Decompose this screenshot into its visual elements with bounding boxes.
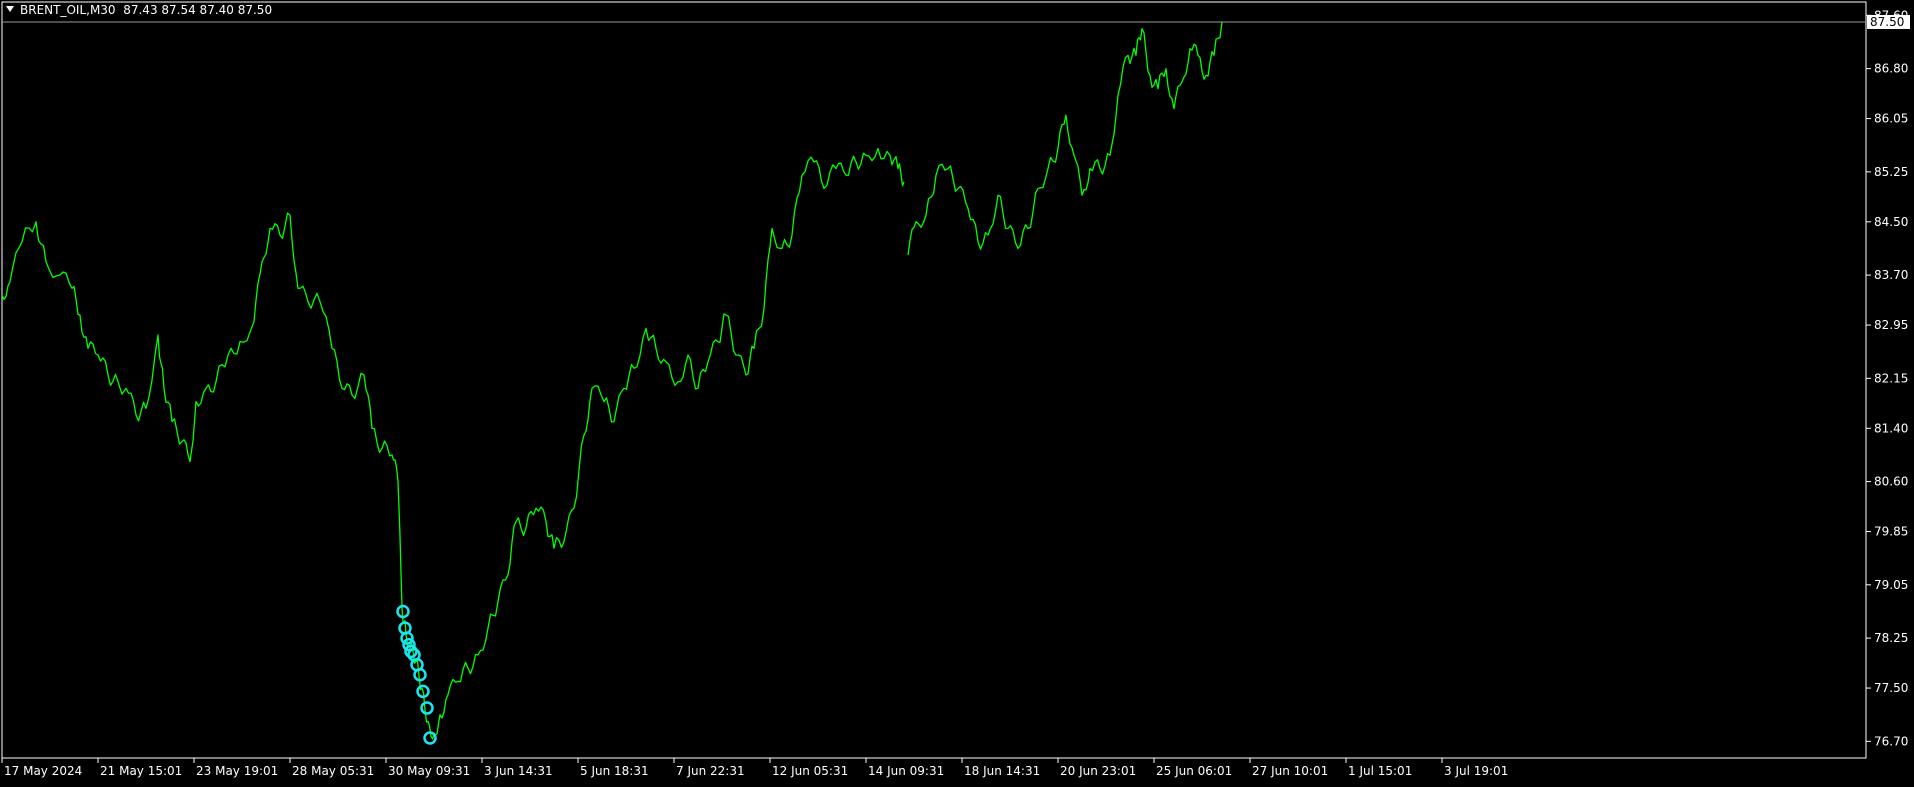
x-tick-label: 30 May 09:31 [388, 764, 470, 778]
ohlc-values: 87.43 87.54 87.40 87.50 [123, 3, 273, 17]
symbol-header[interactable]: BRENT_OIL,M30 87.43 87.54 87.40 87.50 [6, 3, 272, 17]
x-tick-label: 18 Jun 14:31 [964, 764, 1040, 778]
x-tick-label: 1 Jul 15:01 [1348, 764, 1412, 778]
price-line [1, 147, 905, 740]
y-tick-label: 84.50 [1874, 215, 1908, 229]
price-line [907, 21, 1223, 256]
y-tick-label: 81.40 [1874, 421, 1908, 435]
x-tick-label: 3 Jul 19:01 [1444, 764, 1508, 778]
x-tick-label: 14 Jun 09:31 [868, 764, 944, 778]
x-tick-label: 25 Jun 06:01 [1156, 764, 1232, 778]
dropdown-triangle-icon[interactable] [6, 6, 14, 12]
y-tick-label: 78.25 [1874, 631, 1908, 645]
x-tick-label: 7 Jun 22:31 [676, 764, 745, 778]
y-tick-label: 82.15 [1874, 371, 1908, 385]
y-tick-label: 86.05 [1874, 112, 1908, 126]
x-tick-label: 21 May 15:01 [100, 764, 182, 778]
y-tick-label: 79.85 [1874, 525, 1908, 539]
x-tick-label: 5 Jun 18:31 [580, 764, 649, 778]
y-tick-label: 86.80 [1874, 62, 1908, 76]
x-tick-label: 20 Jun 23:01 [1060, 764, 1136, 778]
y-tick-label: 85.25 [1874, 165, 1908, 179]
symbol-label: BRENT_OIL,M30 [20, 3, 116, 17]
plot-frame [1, 1, 1867, 759]
signal-marker [423, 731, 437, 745]
x-tick-label: 28 May 05:31 [292, 764, 374, 778]
chart-canvas[interactable]: 87.6086.8086.0585.2584.5083.7082.9582.15… [0, 0, 1914, 783]
y-tick-label: 77.50 [1874, 681, 1908, 695]
x-tick-label: 17 May 2024 [4, 764, 82, 778]
price-chart[interactable]: BRENT_OIL,M30 87.43 87.54 87.40 87.50 87… [0, 0, 1914, 783]
current-price-label: 87.50 [1870, 15, 1904, 29]
signal-marker [413, 667, 427, 682]
x-tick-label: 3 Jun 14:31 [484, 764, 553, 778]
y-tick-label: 80.60 [1874, 475, 1908, 489]
y-tick-label: 83.70 [1874, 268, 1908, 282]
x-tick-label: 27 Jun 10:01 [1252, 764, 1328, 778]
x-tick-label: 12 Jun 05:31 [772, 764, 848, 778]
y-tick-label: 79.05 [1874, 578, 1908, 592]
signal-marker [420, 701, 434, 715]
y-tick-label: 76.70 [1874, 734, 1908, 748]
y-tick-label: 82.95 [1874, 318, 1908, 332]
x-tick-label: 23 May 19:01 [196, 764, 278, 778]
